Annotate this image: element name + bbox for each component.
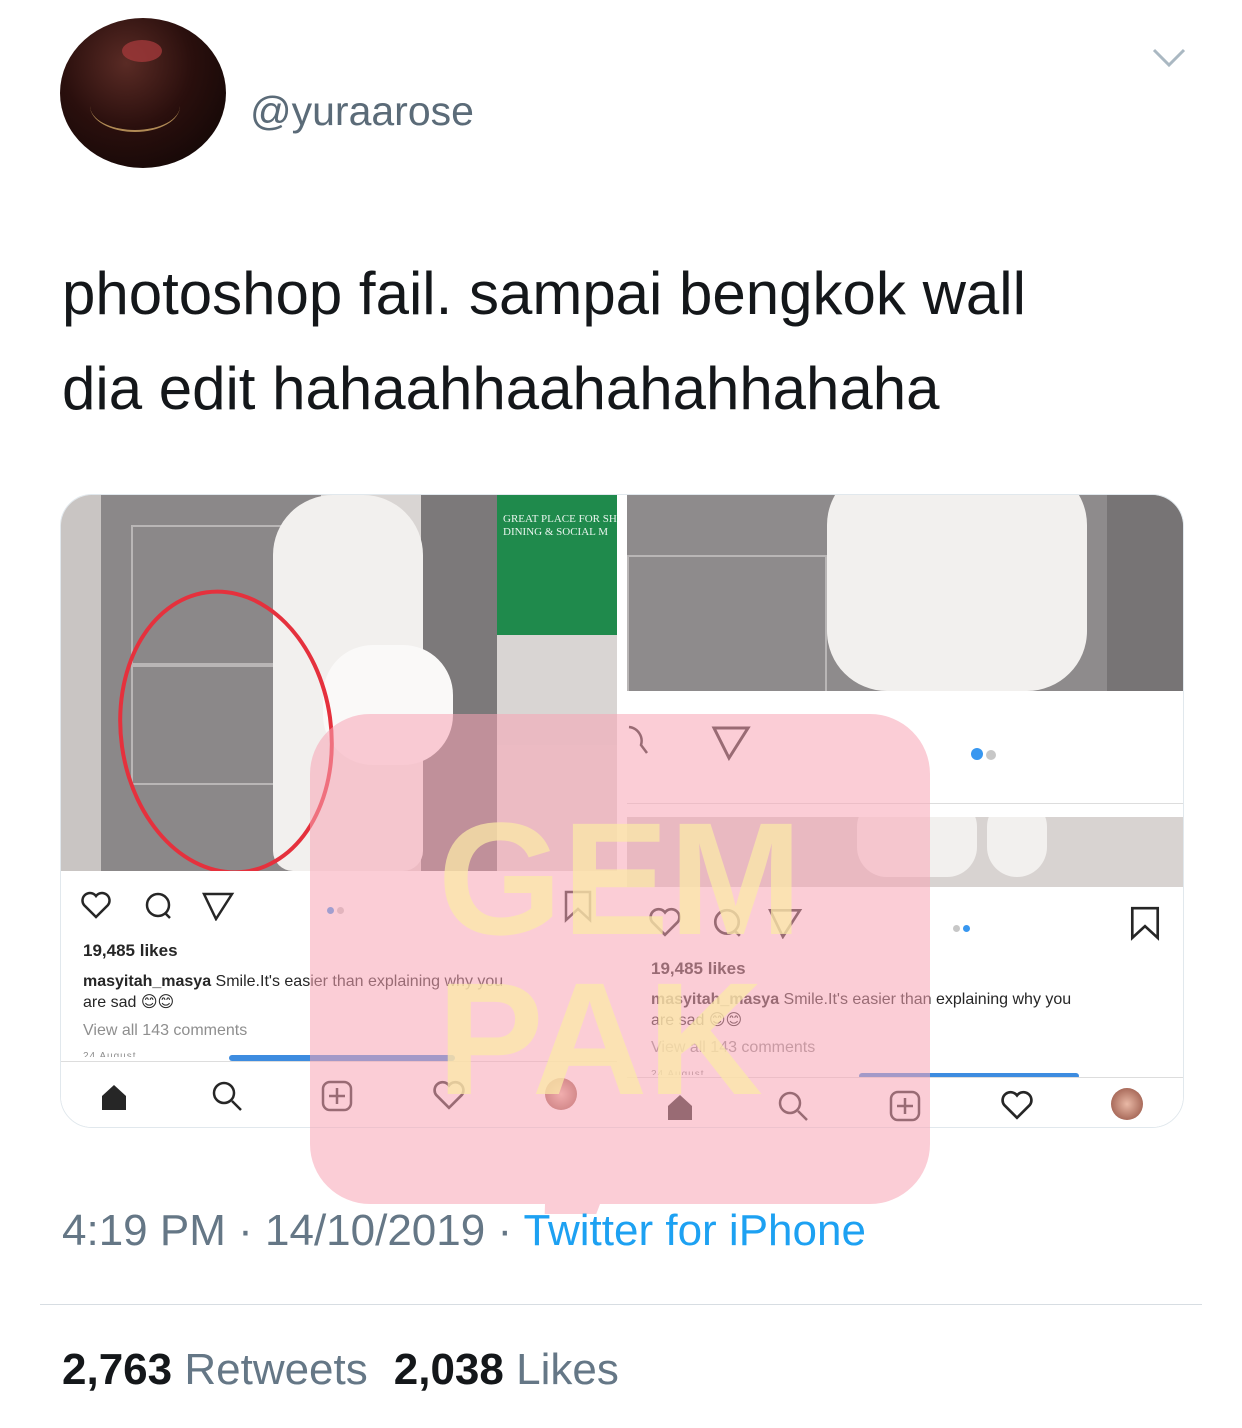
dot bbox=[337, 907, 344, 914]
post-photo-bottom bbox=[627, 817, 1183, 887]
user-handle[interactable]: @yuraarose bbox=[250, 88, 474, 135]
heart-icon[interactable] bbox=[649, 907, 681, 937]
likes-label: Likes bbox=[516, 1345, 619, 1394]
instagram-screenshot-left: GREAT PLACE FOR SH DINING & SOCIAL M 19,… bbox=[61, 495, 617, 1127]
share-icon[interactable] bbox=[767, 907, 803, 939]
white-outfit bbox=[827, 495, 1087, 691]
tweet-text-line: photoshop fail. sampai bengkok wall bbox=[62, 260, 1026, 327]
tweet-meta: 4:19 PM · 14/10/2019 · Twitter for iPhon… bbox=[62, 1206, 866, 1256]
search-icon[interactable] bbox=[777, 1090, 809, 1122]
likes-stat[interactable]: 2,038 Likes bbox=[394, 1345, 619, 1394]
home-icon[interactable] bbox=[665, 1092, 695, 1122]
bookmark-icon[interactable] bbox=[1129, 905, 1161, 941]
comment-icon[interactable] bbox=[143, 891, 173, 921]
tweet-time[interactable]: 4:19 PM bbox=[62, 1206, 226, 1255]
heart-icon[interactable] bbox=[81, 891, 111, 919]
tweet-stats: 2,763 Retweets 2,038 Likes bbox=[62, 1345, 619, 1395]
post-caption: masyitah_masya Smile.It's easier than ex… bbox=[651, 989, 1171, 1031]
chevron-down-icon[interactable] bbox=[1152, 46, 1186, 70]
comment-icon[interactable] bbox=[627, 723, 657, 757]
dot bbox=[953, 925, 960, 932]
sign-text: GREAT PLACE FOR SH bbox=[503, 513, 617, 525]
likes-count: 19,485 likes bbox=[83, 941, 178, 960]
post-caption: masyitah_masya Smile.It's easier than ex… bbox=[83, 971, 603, 1013]
white-shoe bbox=[987, 817, 1047, 877]
dot-active bbox=[963, 925, 970, 932]
heart-icon[interactable] bbox=[1001, 1090, 1033, 1120]
white-sleeve bbox=[323, 645, 453, 765]
divider bbox=[627, 803, 1183, 804]
tweet-text-line: dia edit hahaahhaahahahhahaha bbox=[62, 355, 940, 422]
post-photo: GREAT PLACE FOR SH DINING & SOCIAL M bbox=[61, 495, 617, 871]
caption-text-line2: are sad 😊😊 bbox=[83, 994, 175, 1011]
wall-tile bbox=[627, 555, 827, 691]
likes-count: 19,485 likes bbox=[651, 959, 746, 978]
caption-username[interactable]: masyitah_masya bbox=[651, 991, 779, 1008]
share-icon[interactable] bbox=[201, 891, 235, 921]
tweet-date[interactable]: 14/10/2019 bbox=[265, 1206, 485, 1255]
home-icon[interactable] bbox=[99, 1082, 129, 1112]
instagram-screenshot-right: 19,485 likes masyitah_masya Smile.It's e… bbox=[627, 495, 1183, 1127]
share-icon[interactable] bbox=[711, 725, 751, 761]
wall-pillar bbox=[1107, 495, 1183, 691]
tweet-source-link[interactable]: Twitter for iPhone bbox=[524, 1206, 866, 1255]
dot-active bbox=[971, 748, 983, 760]
profile-avatar-icon[interactable] bbox=[545, 1078, 577, 1110]
bottom-nav bbox=[627, 1077, 1183, 1127]
likes-count: 2,038 bbox=[393, 1345, 504, 1394]
avatar-lip bbox=[122, 40, 162, 62]
search-icon[interactable] bbox=[211, 1080, 243, 1112]
white-shoe bbox=[857, 817, 977, 877]
caption-username[interactable]: masyitah_masya bbox=[83, 973, 211, 990]
heart-icon[interactable] bbox=[433, 1080, 465, 1110]
retweets-count: 2,763 bbox=[62, 1345, 173, 1394]
wall-edge bbox=[61, 495, 101, 871]
view-comments-link[interactable]: View all 143 comments bbox=[83, 1022, 247, 1040]
add-icon[interactable] bbox=[889, 1090, 921, 1122]
bookmark-icon[interactable] bbox=[563, 889, 593, 923]
retweets-label: Retweets bbox=[184, 1345, 368, 1394]
mall-sign: GREAT PLACE FOR SH DINING & SOCIAL M bbox=[497, 495, 617, 635]
separator: · bbox=[238, 1206, 253, 1255]
avatar-necklace bbox=[90, 80, 180, 132]
post-photo-top bbox=[627, 495, 1183, 691]
post-date: 24 August bbox=[83, 1051, 137, 1057]
carousel-dots bbox=[953, 919, 973, 937]
sign-text: DINING & SOCIAL M bbox=[503, 526, 609, 538]
retweets-stat[interactable]: 2,763 Retweets bbox=[62, 1345, 368, 1394]
separator: · bbox=[497, 1206, 513, 1255]
caption-text-line2: are sad 😊😊 bbox=[651, 1012, 743, 1029]
caption-text: Smile.It's easier than explaining why yo… bbox=[215, 973, 504, 990]
carousel-dots bbox=[327, 901, 347, 919]
post-date: 24 August bbox=[651, 1069, 705, 1075]
bottom-nav bbox=[61, 1061, 617, 1127]
profile-avatar[interactable] bbox=[60, 18, 226, 168]
add-icon[interactable] bbox=[321, 1080, 353, 1112]
caption-text: Smile.It's easier than explaining why yo… bbox=[783, 991, 1072, 1008]
divider bbox=[40, 1304, 1202, 1305]
view-comments-link[interactable]: View all 143 comments bbox=[651, 1039, 815, 1057]
comment-icon[interactable] bbox=[711, 907, 743, 939]
dot-active bbox=[327, 907, 334, 914]
dot bbox=[986, 750, 996, 760]
carousel-dots bbox=[971, 747, 999, 765]
profile-avatar-icon[interactable] bbox=[1111, 1088, 1143, 1120]
tweet-text: photoshop fail. sampai bengkok wall dia … bbox=[62, 246, 1182, 436]
tweet-media[interactable]: GREAT PLACE FOR SH DINING & SOCIAL M 19,… bbox=[60, 494, 1184, 1128]
